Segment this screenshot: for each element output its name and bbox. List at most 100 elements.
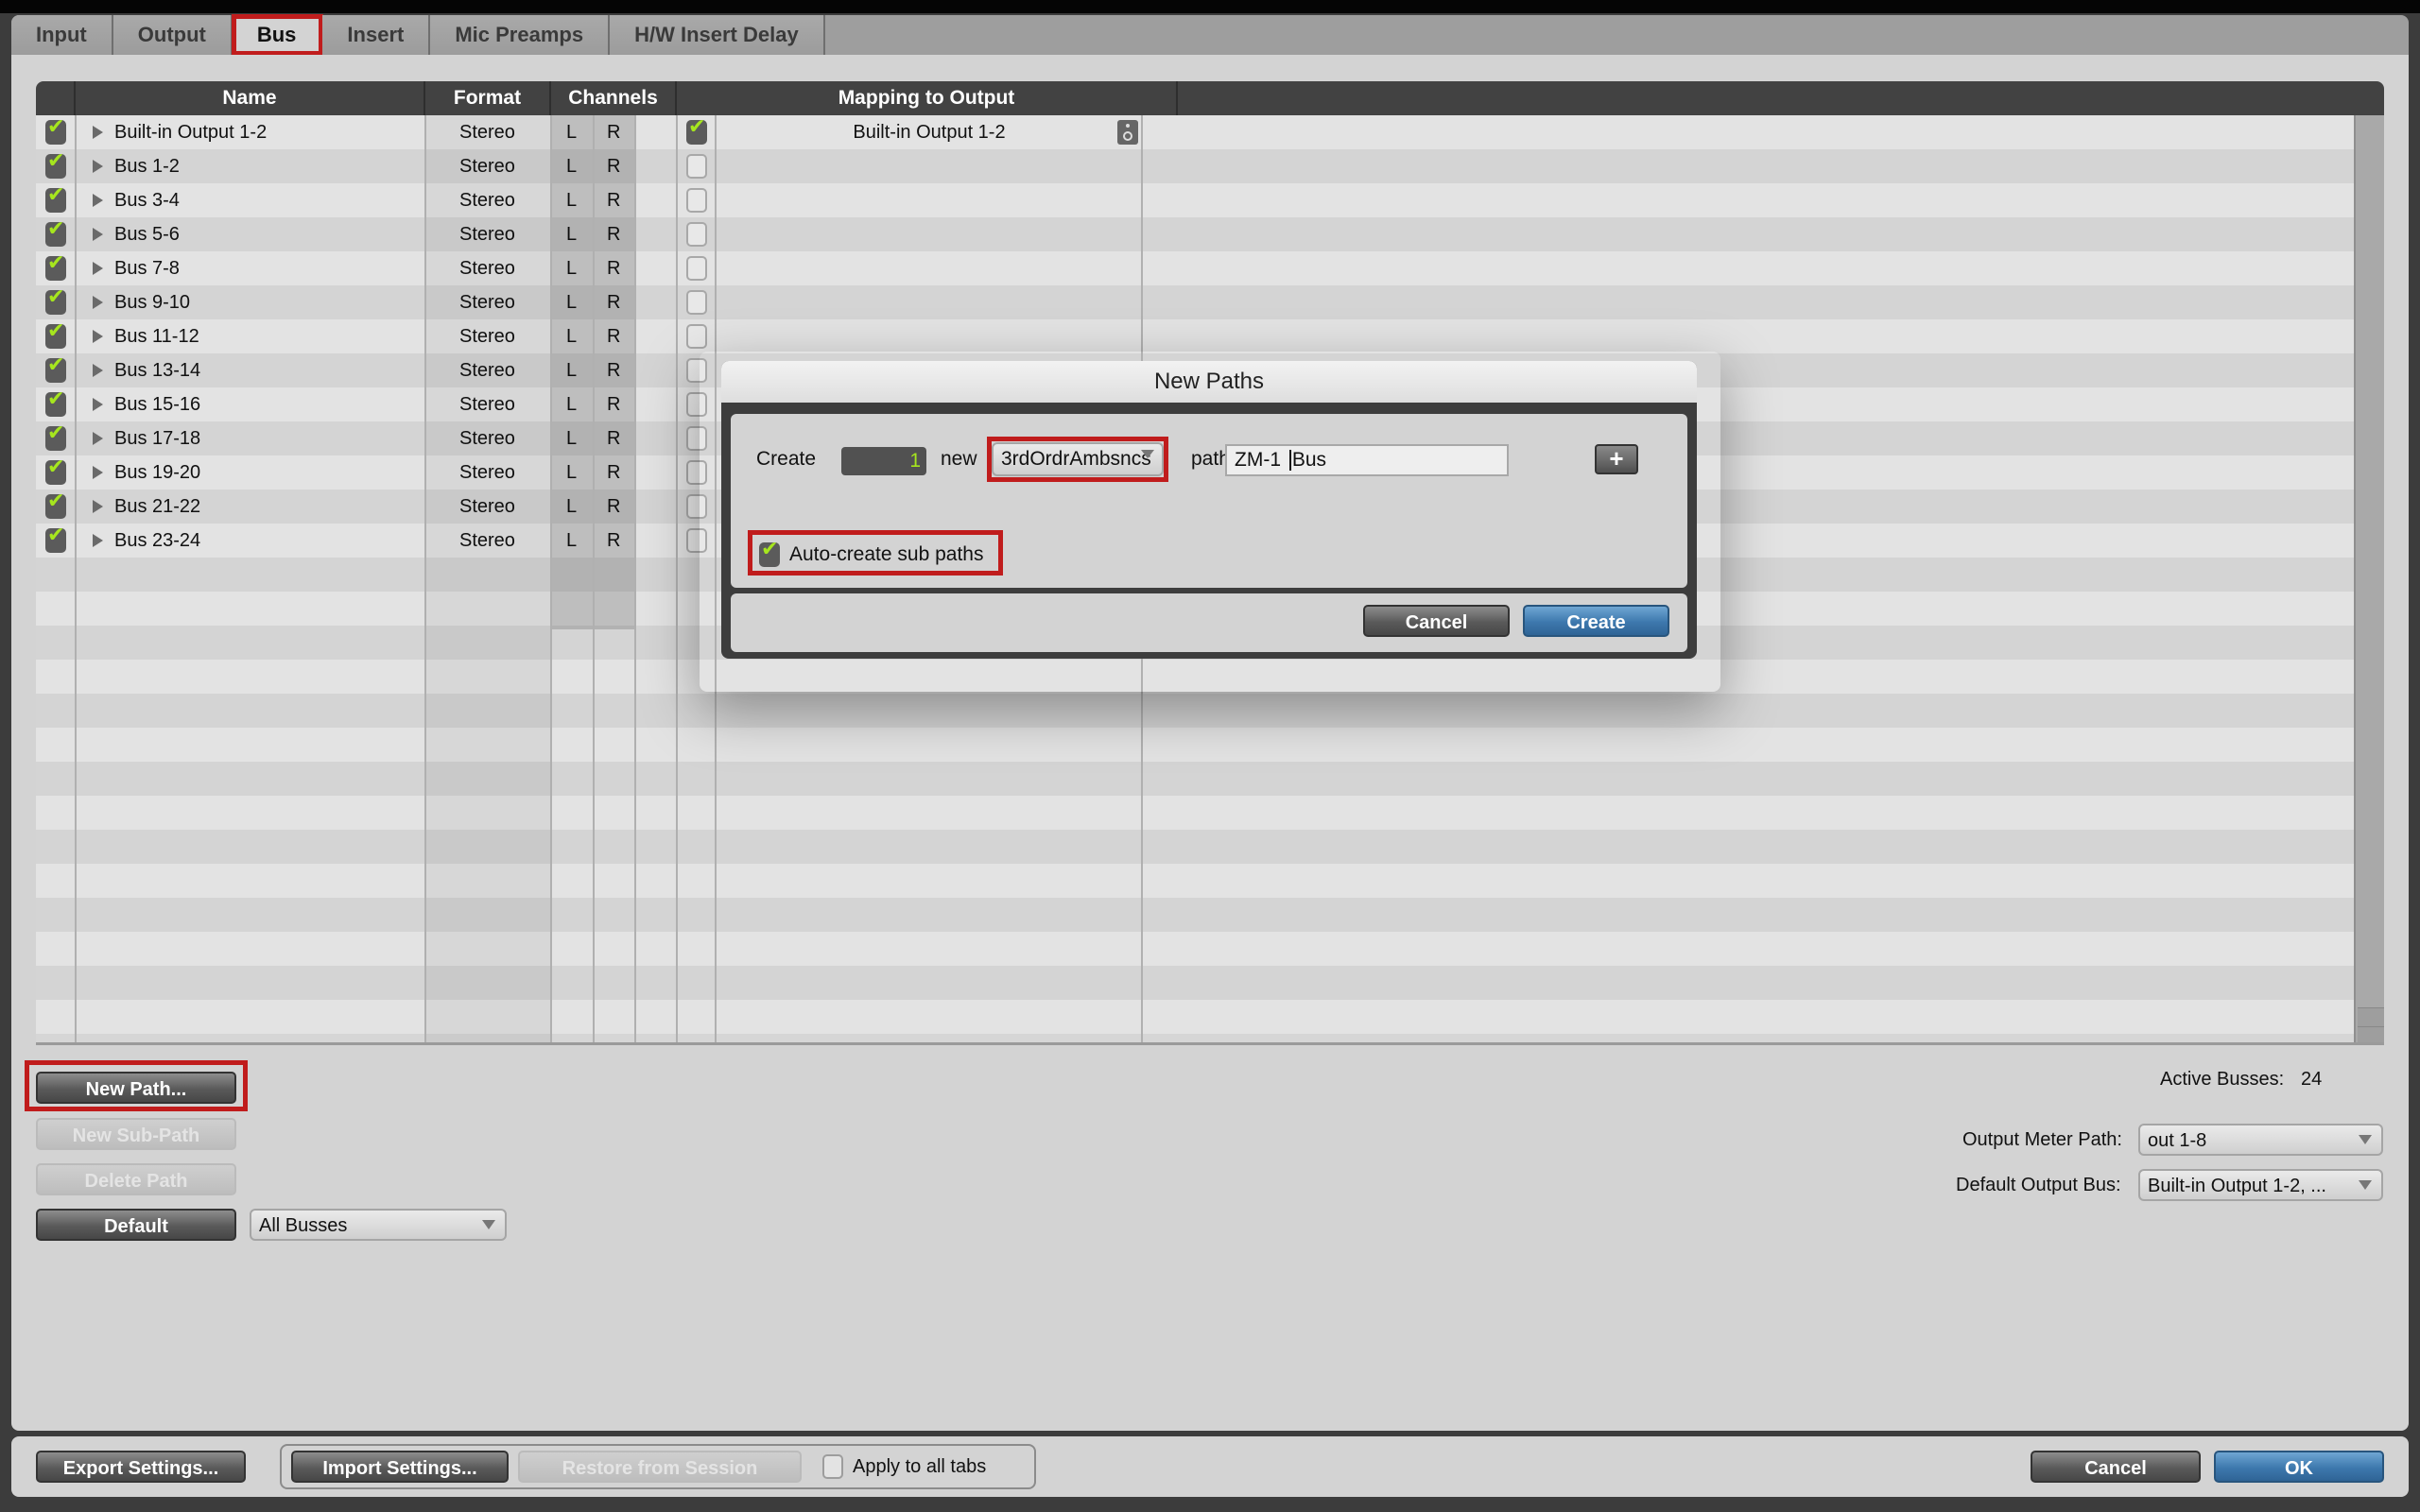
- table-row[interactable]: Bus 11-12StereoLR: [36, 319, 2354, 353]
- restore-from-session-button[interactable]: Restore from Session: [518, 1451, 802, 1483]
- mapping-checkbox[interactable]: [686, 222, 707, 247]
- bus-name[interactable]: Bus 17-18: [114, 421, 200, 455]
- export-settings-button[interactable]: Export Settings...: [36, 1451, 246, 1483]
- mapping-checkbox[interactable]: [686, 324, 707, 349]
- bus-name[interactable]: Bus 9-10: [114, 285, 190, 319]
- bus-name[interactable]: Bus 13-14: [114, 353, 200, 387]
- header-mapping[interactable]: Mapping to Output: [677, 81, 1178, 115]
- expand-triangle-icon[interactable]: [93, 500, 103, 513]
- default-button[interactable]: Default: [36, 1209, 236, 1241]
- table-row[interactable]: Bus 9-10StereoLR: [36, 285, 2354, 319]
- expand-triangle-icon[interactable]: [93, 262, 103, 275]
- column-divider: [593, 115, 595, 1042]
- ok-button[interactable]: OK: [2214, 1451, 2384, 1483]
- header-name[interactable]: Name: [76, 81, 425, 115]
- bus-name[interactable]: Bus 5-6: [114, 217, 180, 251]
- bus-name[interactable]: Bus 3-4: [114, 183, 180, 217]
- tab-bus[interactable]: Bus: [231, 14, 324, 56]
- mapping-output[interactable]: [717, 217, 1142, 251]
- expand-triangle-icon[interactable]: [93, 466, 103, 479]
- expand-triangle-icon[interactable]: [93, 364, 103, 377]
- active-checkbox[interactable]: [45, 217, 66, 247]
- tab-input[interactable]: Input: [11, 15, 113, 55]
- delete-path-button[interactable]: Delete Path: [36, 1163, 236, 1195]
- active-checkbox[interactable]: [45, 455, 66, 485]
- active-checkbox[interactable]: [45, 319, 66, 349]
- path-format-select[interactable]: 3rdOrdrAmbsncs: [992, 442, 1164, 476]
- dialog-footer: Cancel Create: [731, 593, 1687, 652]
- active-checkbox[interactable]: [45, 251, 66, 281]
- expand-triangle-icon[interactable]: [93, 126, 103, 139]
- import-settings-button[interactable]: Import Settings...: [291, 1451, 509, 1483]
- mapping-checkbox[interactable]: [686, 290, 707, 315]
- mapping-checkbox[interactable]: [686, 256, 707, 281]
- output-meter-path-select[interactable]: out 1-8: [2138, 1124, 2383, 1156]
- mapping-output[interactable]: [717, 251, 1142, 285]
- bus-filter-value: All Busses: [259, 1215, 348, 1236]
- dialog-create-button[interactable]: Create: [1523, 605, 1669, 637]
- table-row[interactable]: Bus 7-8StereoLR: [36, 251, 2354, 285]
- active-checkbox[interactable]: [45, 421, 66, 451]
- active-checkbox[interactable]: [45, 149, 66, 179]
- dialog-title: New Paths: [721, 361, 1697, 403]
- expand-triangle-icon[interactable]: [93, 194, 103, 207]
- active-checkbox[interactable]: [45, 183, 66, 213]
- table-row[interactable]: Built-in Output 1-2StereoLRBuilt-in Outp…: [36, 115, 2354, 149]
- path-name-input[interactable]: ZM-1 Bus: [1225, 444, 1509, 476]
- active-checkbox[interactable]: [45, 490, 66, 519]
- mapping-checkbox[interactable]: [686, 115, 707, 145]
- mapping-checkbox[interactable]: [686, 188, 707, 213]
- mapping-output[interactable]: [717, 319, 1142, 353]
- expand-triangle-icon[interactable]: [93, 398, 103, 411]
- cancel-button[interactable]: Cancel: [2031, 1451, 2201, 1483]
- bus-name[interactable]: Bus 7-8: [114, 251, 180, 285]
- scroll-up-button[interactable]: [2358, 1007, 2384, 1026]
- expand-triangle-icon[interactable]: [93, 296, 103, 309]
- expand-triangle-icon[interactable]: [93, 534, 103, 547]
- new-sub-path-button[interactable]: New Sub-Path: [36, 1118, 236, 1150]
- empty-row: [36, 932, 2354, 966]
- bus-filter-select[interactable]: All Busses: [250, 1209, 507, 1241]
- active-checkbox[interactable]: [45, 285, 66, 315]
- tab-mic-preamps[interactable]: Mic Preamps: [430, 15, 611, 55]
- table-row[interactable]: Bus 1-2StereoLR: [36, 149, 2354, 183]
- expand-triangle-icon[interactable]: [93, 432, 103, 445]
- expand-triangle-icon[interactable]: [93, 228, 103, 241]
- bus-name[interactable]: Bus 21-22: [114, 490, 200, 524]
- path-count-field[interactable]: 1: [841, 447, 926, 475]
- auto-create-sub-paths-checkbox[interactable]: [759, 538, 780, 567]
- active-checkbox[interactable]: [45, 115, 66, 145]
- header-channels[interactable]: Channels: [551, 81, 677, 115]
- tab-hw-insert-delay[interactable]: H/W Insert Delay: [610, 15, 825, 55]
- bus-name[interactable]: Bus 15-16: [114, 387, 200, 421]
- add-path-row-button[interactable]: +: [1595, 444, 1638, 474]
- bus-name[interactable]: Bus 19-20: [114, 455, 200, 490]
- header-format[interactable]: Format: [425, 81, 551, 115]
- empty-row: [36, 864, 2354, 898]
- apply-to-all-tabs-checkbox[interactable]: [822, 1454, 843, 1479]
- default-output-bus-select[interactable]: Built-in Output 1-2, ...: [2138, 1169, 2383, 1201]
- table-row[interactable]: Bus 5-6StereoLR: [36, 217, 2354, 251]
- mapping-output[interactable]: [717, 149, 1142, 183]
- mapping-checkbox[interactable]: [686, 154, 707, 179]
- active-checkbox[interactable]: [45, 353, 66, 383]
- mapping-output[interactable]: [717, 285, 1142, 319]
- active-checkbox[interactable]: [45, 387, 66, 417]
- new-path-button[interactable]: New Path...: [36, 1072, 236, 1104]
- bus-name[interactable]: Bus 11-12: [114, 319, 199, 353]
- bus-name[interactable]: Bus 23-24: [114, 524, 200, 558]
- table-scrollbar[interactable]: [2354, 115, 2384, 1042]
- bus-name[interactable]: Built-in Output 1-2: [114, 115, 267, 149]
- bus-name[interactable]: Bus 1-2: [114, 149, 180, 183]
- mapping-output[interactable]: [717, 183, 1142, 217]
- expand-triangle-icon[interactable]: [93, 160, 103, 173]
- scroll-down-button[interactable]: [2358, 1026, 2384, 1042]
- dialog-cancel-button[interactable]: Cancel: [1363, 605, 1510, 637]
- tab-output[interactable]: Output: [112, 15, 233, 55]
- mapping-output[interactable]: Built-in Output 1-2: [717, 115, 1142, 149]
- active-checkbox[interactable]: [45, 524, 66, 553]
- speaker-icon[interactable]: [1117, 120, 1138, 145]
- tab-insert[interactable]: Insert: [322, 15, 431, 55]
- table-row[interactable]: Bus 3-4StereoLR: [36, 183, 2354, 217]
- expand-triangle-icon[interactable]: [93, 330, 103, 343]
